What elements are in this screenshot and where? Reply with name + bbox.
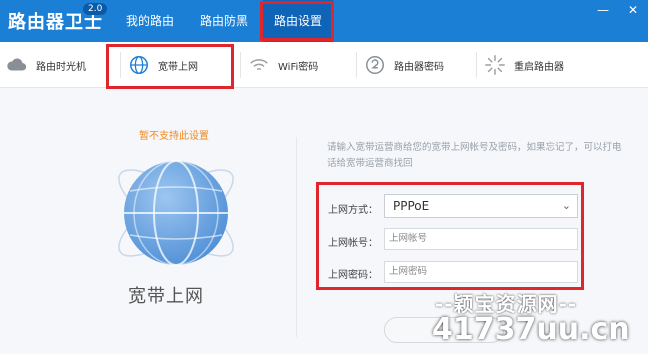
wifi-icon (250, 59, 268, 71)
divider (476, 52, 477, 78)
restart-icon (485, 55, 505, 75)
subnav-item-wifi-password[interactable]: WiFi密码 (248, 42, 318, 88)
panel-divider (296, 137, 297, 337)
password-input[interactable]: 上网密码 (384, 261, 578, 283)
subnav-item-restart-router[interactable]: 重启路由器 (484, 42, 564, 88)
globe-illustration (106, 143, 246, 283)
highlight-box-broadband (106, 44, 234, 89)
subnav-item-time-machine[interactable]: 路由时光机 (6, 42, 86, 88)
globe-icon (118, 160, 234, 266)
key-icon (366, 56, 384, 74)
connection-mode-value: PPPoE (393, 199, 430, 213)
subnav-label: 路由时光机 (36, 61, 86, 73)
divider (356, 52, 357, 78)
cloud-icon (7, 58, 27, 71)
connection-mode-select[interactable]: PPPoE ⌄ (384, 194, 578, 218)
tab-my-router[interactable]: 我的路由 (118, 0, 182, 42)
minimize-button[interactable]: — (596, 3, 610, 17)
subnav-item-router-password[interactable]: 路由器密码 (364, 42, 444, 88)
form-hint: 请输入宽带运营商给您的宽带上网帐号及密码，如果忘记了，可以打电话给宽带运营商找回 (327, 142, 622, 169)
chevron-down-icon: ⌄ (561, 199, 571, 212)
broadband-caption: 宽带上网 (128, 286, 204, 307)
password-label: 上网密码： (328, 270, 378, 281)
settings-subnav: 路由时光机 宽带上网 WiFi密码 路由器密码 重启路由器 (0, 42, 648, 88)
subnav-label: 重启路由器 (514, 61, 564, 73)
tab-router-security[interactable]: 路由防黑 (190, 0, 258, 42)
account-input[interactable]: 上网帐号 (384, 228, 578, 250)
subnav-label: WiFi密码 (278, 61, 319, 73)
subnav-label: 路由器密码 (394, 61, 444, 73)
account-label: 上网帐号： (328, 238, 378, 249)
close-button[interactable]: ✕ (626, 3, 640, 17)
unsupported-notice: 暂不支持此设置 (139, 131, 209, 142)
divider (240, 52, 241, 78)
highlight-box-settings-tab (260, 1, 334, 41)
version-badge: 2.0 (83, 3, 108, 15)
watermark-url: 41737uu.cn (432, 312, 630, 347)
connection-mode-label: 上网方式： (328, 205, 378, 216)
